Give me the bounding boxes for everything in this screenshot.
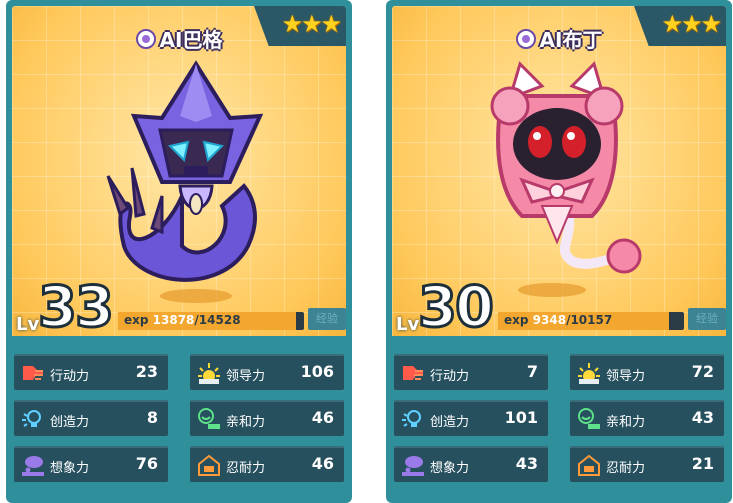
stat-value: 76 (135, 454, 158, 473)
level-number: 33 (37, 275, 116, 340)
stat-value: 7 (526, 362, 538, 381)
stat-label: 亲和力 (226, 415, 266, 430)
stat-imagination: 想象力 43 (394, 446, 548, 482)
stat-label: 领导力 (606, 369, 646, 384)
stat-label: 忍耐力 (606, 461, 646, 476)
stat-leadership: 领导力 106 (190, 354, 344, 390)
stat-value: 46 (311, 454, 334, 473)
stat-leadership: 领导力 72 (570, 354, 724, 390)
creativity-icon (22, 410, 41, 427)
endurance-icon (578, 454, 600, 476)
level-bar: Lv 33 exp 13878/14528 经验 (12, 278, 346, 337)
character-card-1[interactable]: ★★★ AI巴格 Lv 33 exp 13878/14528 经验 行动力 23… (6, 0, 352, 503)
stat-label: 想象力 (50, 461, 90, 476)
exp-progress-bar: exp 13878/14528 (118, 312, 304, 330)
stat-value: 46 (311, 408, 334, 427)
level-label: Lv (16, 314, 40, 335)
stat-endurance: 忍耐力 46 (190, 446, 344, 482)
exp-total: /10157 (566, 313, 613, 327)
stat-label: 亲和力 (606, 415, 646, 430)
action-icon (23, 366, 43, 380)
leadership-icon (198, 363, 220, 384)
stat-creativity: 创造力 101 (394, 400, 548, 436)
stat-label: 领导力 (226, 369, 266, 384)
action-icon (403, 366, 423, 380)
stat-value: 101 (504, 408, 538, 427)
stat-value: 43 (515, 454, 538, 473)
stat-value: 23 (135, 362, 158, 381)
stat-label: 想象力 (430, 461, 470, 476)
stat-label: 创造力 (430, 415, 470, 430)
stat-label: 忍耐力 (226, 461, 266, 476)
exp-current: 9348 (532, 313, 567, 327)
level-number: 30 (417, 275, 496, 340)
stat-affinity: 亲和力 43 (570, 400, 724, 436)
exp-label: exp (504, 313, 529, 327)
exp-text: exp 13878/14528 (124, 313, 241, 327)
endurance-icon (198, 454, 220, 476)
stat-value: 8 (146, 408, 158, 427)
level-label: Lv (396, 314, 420, 335)
ai-bug-creature-image (106, 60, 264, 303)
exp-button[interactable]: 经验 (308, 308, 346, 330)
exp-total: /14528 (194, 313, 241, 327)
stat-affinity: 亲和力 46 (190, 400, 344, 436)
affinity-icon (578, 408, 600, 429)
imagination-icon (402, 456, 424, 476)
stat-action: 行动力 23 (14, 354, 168, 390)
stat-creativity: 创造力 8 (14, 400, 168, 436)
exp-current: 13878 (152, 313, 195, 327)
level-bar: Lv 30 exp 9348/10157 经验 (392, 278, 726, 337)
creativity-icon (402, 410, 421, 427)
stat-action: 行动力 7 (394, 354, 548, 390)
stat-value: 21 (691, 454, 714, 473)
exp-label: exp (124, 313, 149, 327)
stat-value: 43 (691, 408, 714, 427)
stat-label: 行动力 (430, 369, 470, 384)
stat-label: 行动力 (50, 369, 90, 384)
stat-label: 创造力 (50, 415, 90, 430)
affinity-icon (198, 408, 220, 429)
stat-value: 106 (300, 362, 334, 381)
character-card-2[interactable]: ★★★ AI布丁 Lv 30 exp 9348/10157 经验 行动力 7 领… (386, 0, 732, 503)
stat-value: 72 (691, 362, 714, 381)
stat-imagination: 想象力 76 (14, 446, 168, 482)
ai-pudding-creature-image (490, 61, 642, 297)
leadership-icon (578, 363, 600, 384)
exp-button[interactable]: 经验 (688, 308, 726, 330)
imagination-icon (22, 456, 44, 476)
exp-progress-bar: exp 9348/10157 (498, 312, 684, 330)
exp-text: exp 9348/10157 (504, 313, 612, 327)
stat-endurance: 忍耐力 21 (570, 446, 724, 482)
